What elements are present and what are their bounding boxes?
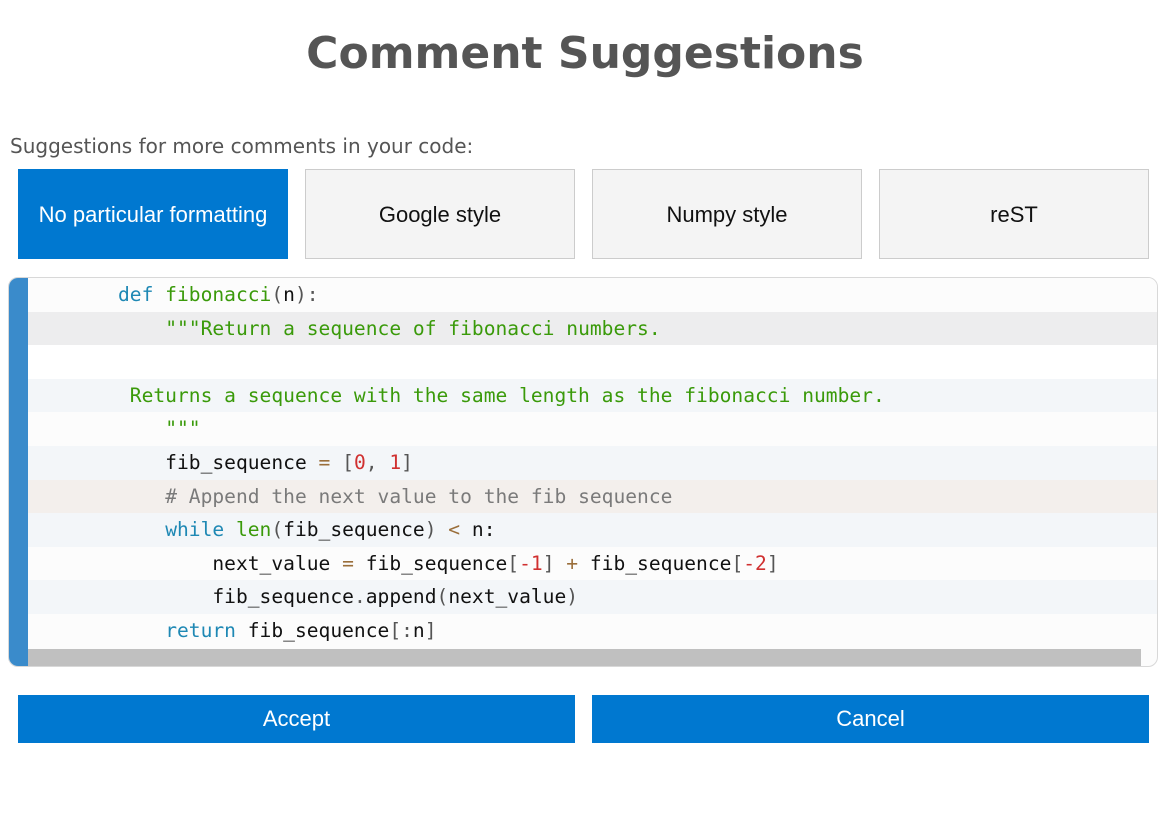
format-no-particular-button[interactable]: No particular formatting [18, 169, 288, 259]
code-token: next_value [118, 551, 343, 575]
code-token: fib_sequence [283, 518, 425, 542]
code-line[interactable]: while len(fib_sequence) < n: [28, 513, 1157, 547]
code-token: ): [294, 283, 319, 306]
code-token: + [554, 551, 579, 575]
code-token: """Return a sequence of fibonacci number… [165, 316, 661, 340]
code-line[interactable] [28, 345, 1157, 379]
code-editor[interactable]: def fibonacci(n): """Return a sequence o… [8, 277, 1158, 667]
code-token: 0 [353, 450, 366, 474]
code-token: n: [460, 518, 496, 542]
code-token: n [283, 283, 295, 306]
code-token: fib_sequence [118, 450, 319, 474]
subtitle: Suggestions for more comments in your co… [10, 134, 474, 158]
code-token: fibonacci [153, 283, 272, 306]
code-line[interactable]: # Append the next value to the fib seque… [28, 479, 1157, 514]
code-token: ( [436, 585, 449, 609]
code-token: n [412, 618, 425, 642]
editor-gutter [9, 278, 28, 666]
cancel-button[interactable]: Cancel [592, 695, 1149, 743]
code-token: [ [330, 450, 354, 474]
code-token: # Append the next value to the fib seque… [165, 484, 673, 508]
code-token: ( [271, 283, 284, 306]
code-token: fib_sequence [578, 551, 732, 575]
code-line[interactable]: return fib_sequence[:n] [28, 613, 1157, 648]
format-numpy-button[interactable]: Numpy style [592, 169, 862, 259]
code-line[interactable]: """Return a sequence of fibonacci number… [28, 311, 1157, 346]
code-token: next_value [448, 585, 567, 609]
code-token: Returns a sequence with the same length … [118, 383, 885, 407]
code-line[interactable]: Returns a sequence with the same length … [28, 378, 1157, 413]
code-token: -2 [743, 551, 767, 575]
code-token: , [365, 450, 390, 474]
code-token: -1 [519, 551, 543, 575]
code-token: [ [507, 551, 520, 575]
format-google-button[interactable]: Google style [305, 169, 575, 259]
code-token: ) [424, 518, 437, 542]
code-token: ] [401, 450, 413, 474]
code-line[interactable]: fib_sequence.append(next_value) [28, 580, 1157, 614]
code-token: ( [271, 518, 284, 542]
code-token: = [318, 450, 331, 474]
code-line[interactable]: next_value = fib_sequence[-1] + fib_sequ… [28, 546, 1157, 581]
code-token: ] [766, 551, 779, 575]
code-token: ] [542, 551, 555, 575]
code-line[interactable]: fib_sequence = [0, 1] [28, 445, 1157, 480]
code-token: fib_sequence [353, 551, 508, 575]
page-title: Comment Suggestions [306, 28, 864, 79]
code-token: def [118, 283, 154, 306]
code-token: append [365, 585, 437, 609]
code-token: = [342, 551, 354, 575]
accept-button[interactable]: Accept [18, 695, 575, 743]
code-token: fib_sequence [118, 585, 354, 609]
code-token: . [353, 585, 366, 609]
code-token: < [436, 518, 461, 542]
horizontal-scrollbar[interactable] [28, 649, 1141, 666]
code-token: 1 [389, 450, 402, 474]
code-token: ] [424, 618, 437, 642]
code-token: fib_sequence [235, 618, 390, 642]
code-line[interactable]: """ [28, 412, 1157, 446]
code-token: while [165, 518, 225, 542]
code-token: [: [389, 618, 413, 642]
code-lines: def fibonacci(n): """Return a sequence o… [28, 278, 1157, 648]
code-token: return [165, 618, 236, 642]
format-rest-button[interactable]: reST [879, 169, 1149, 259]
code-line[interactable]: def fibonacci(n): [28, 278, 1157, 312]
code-token: """ [165, 417, 201, 441]
code-token: ) [566, 585, 579, 609]
code-token: len [235, 518, 272, 542]
code-token: [ [731, 551, 744, 575]
